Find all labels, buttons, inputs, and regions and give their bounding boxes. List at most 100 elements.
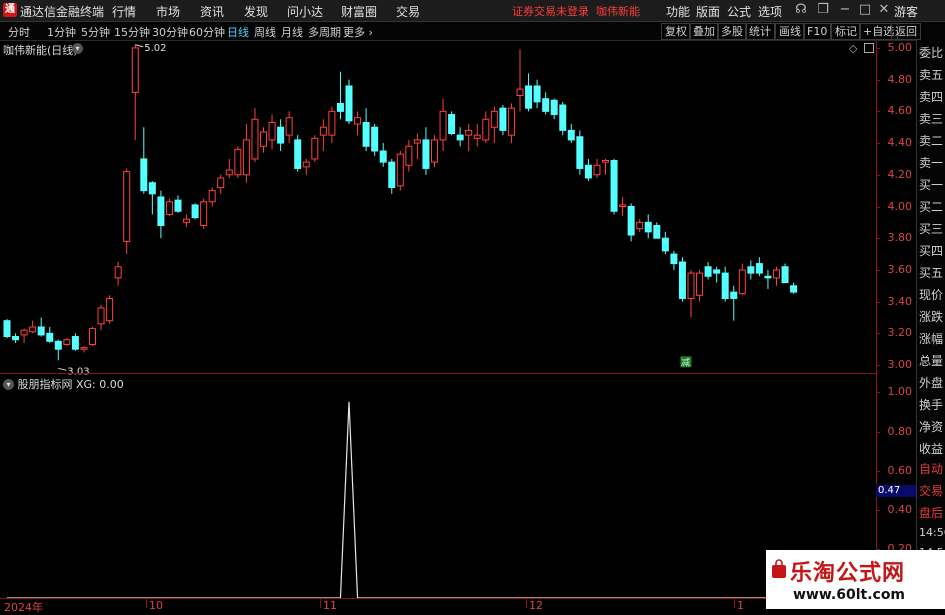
menu-trade[interactable]: 交易 — [396, 3, 420, 20]
candle[interactable] — [755, 257, 763, 277]
candle[interactable] — [636, 219, 644, 232]
candle[interactable] — [174, 195, 182, 213]
menu-wealth[interactable]: 财富圈 — [341, 3, 377, 20]
candle[interactable] — [653, 222, 661, 239]
candle[interactable] — [550, 98, 558, 120]
headset-icon[interactable]: ☊ — [793, 2, 809, 18]
candle[interactable] — [225, 158, 233, 178]
candle[interactable] — [764, 269, 772, 289]
candle[interactable] — [148, 181, 156, 215]
candle[interactable] — [165, 198, 173, 217]
period-more[interactable]: 更多 › — [343, 24, 373, 40]
candle[interactable] — [354, 111, 362, 136]
candle[interactable] — [730, 285, 738, 321]
candle[interactable] — [431, 135, 438, 167]
indicator-header[interactable]: ▾ 股朋指标网 XG: 0.00 — [3, 376, 124, 392]
back-button[interactable]: 返回 — [891, 23, 921, 40]
candle[interactable] — [644, 214, 652, 239]
menu-quotes[interactable]: 行情 — [112, 3, 136, 20]
period-weekly[interactable]: 周线 — [254, 24, 276, 40]
candle[interactable] — [345, 79, 353, 125]
candle[interactable] — [140, 127, 148, 194]
candle[interactable] — [89, 327, 96, 347]
candle[interactable] — [328, 106, 336, 144]
candle[interactable] — [183, 214, 191, 228]
period-1min[interactable]: 1分钟 — [47, 24, 76, 40]
f10-button[interactable]: F10 — [803, 23, 832, 40]
candle[interactable] — [413, 133, 421, 159]
candle[interactable] — [106, 295, 114, 324]
candle[interactable] — [533, 79, 541, 109]
candle[interactable] — [217, 174, 225, 194]
candle[interactable] — [396, 151, 404, 191]
candle[interactable] — [661, 231, 669, 255]
candle[interactable] — [542, 92, 550, 115]
candle[interactable] — [405, 139, 413, 172]
candle[interactable] — [71, 333, 79, 351]
candle[interactable] — [371, 124, 379, 156]
candle[interactable] — [311, 135, 319, 163]
candle[interactable] — [3, 319, 11, 339]
candle[interactable] — [302, 158, 310, 175]
candle[interactable] — [567, 124, 575, 144]
candle[interactable] — [721, 266, 729, 302]
candle[interactable] — [678, 257, 686, 302]
menu-options[interactable]: 选项 — [758, 3, 782, 20]
menu-assistant[interactable]: 问小达 — [287, 3, 323, 20]
candle[interactable] — [388, 158, 396, 194]
candle[interactable] — [473, 124, 481, 147]
candle[interactable] — [773, 266, 780, 286]
period-15min[interactable]: 15分钟 — [114, 24, 150, 40]
candle[interactable] — [482, 111, 490, 144]
candle[interactable] — [362, 108, 370, 151]
minimize-icon[interactable]: − — [837, 2, 853, 18]
maximize-icon[interactable]: □ — [857, 2, 873, 18]
candle[interactable] — [131, 44, 139, 140]
candle[interactable] — [490, 106, 498, 144]
candle[interactable] — [29, 320, 37, 334]
candle[interactable] — [456, 127, 464, 147]
candle[interactable] — [584, 158, 592, 182]
candle[interactable] — [46, 327, 54, 343]
period-multi[interactable]: 多周期 — [308, 24, 341, 40]
candle[interactable] — [20, 328, 28, 343]
candle[interactable] — [670, 250, 678, 270]
candle[interactable] — [465, 124, 473, 151]
candle[interactable] — [781, 263, 789, 284]
candle[interactable] — [790, 282, 798, 294]
candle[interactable] — [123, 168, 131, 255]
menu-function[interactable]: 功能 — [666, 3, 690, 20]
candle[interactable] — [499, 105, 507, 136]
candle[interactable] — [439, 98, 447, 151]
candle[interactable] — [379, 143, 387, 167]
stats-button[interactable]: 统计 — [745, 23, 775, 40]
candle[interactable] — [260, 127, 267, 153]
candle[interactable] — [336, 71, 344, 120]
candle[interactable] — [516, 49, 524, 112]
candle[interactable] — [525, 73, 533, 112]
candle[interactable] — [114, 262, 122, 286]
adjust-button[interactable]: 复权 — [661, 23, 691, 40]
period-5min[interactable]: 5分钟 — [81, 24, 110, 40]
candle[interactable] — [593, 158, 601, 178]
candle[interactable] — [747, 260, 755, 280]
candle[interactable] — [619, 196, 627, 217]
period-intraday[interactable]: 分时 — [8, 24, 30, 40]
candle[interactable] — [234, 146, 242, 178]
candle[interactable] — [208, 187, 216, 207]
candle[interactable] — [294, 135, 302, 172]
candle[interactable] — [251, 108, 259, 163]
menu-news[interactable]: 资讯 — [200, 3, 224, 20]
candle[interactable] — [576, 130, 584, 175]
menu-layout[interactable]: 版面 — [696, 3, 720, 20]
menu-discover[interactable]: 发现 — [244, 3, 268, 20]
period-60min[interactable]: 60分钟 — [189, 24, 225, 40]
candle[interactable] — [687, 269, 695, 318]
candle[interactable] — [37, 317, 45, 337]
multi-stock-button[interactable]: 多股 — [717, 23, 747, 40]
candle[interactable] — [602, 158, 609, 175]
candle[interactable] — [696, 269, 704, 302]
period-daily[interactable]: 日线 — [227, 24, 249, 40]
candle[interactable] — [80, 346, 88, 353]
candle[interactable] — [191, 203, 199, 220]
